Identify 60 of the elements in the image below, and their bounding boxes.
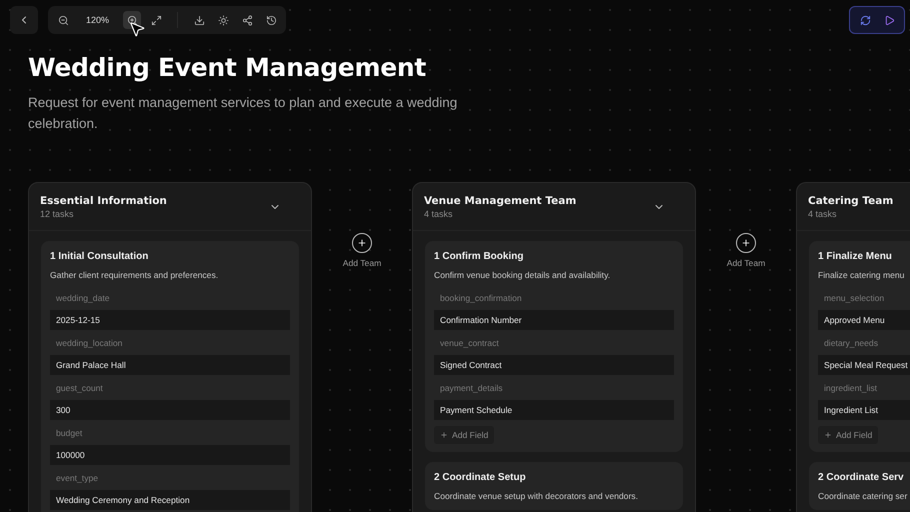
field-label: guest_count <box>55 382 104 395</box>
field-input[interactable]: 100000 <box>50 445 290 465</box>
field-input[interactable]: Approved Menu <box>818 310 910 330</box>
field-label: event_type <box>55 472 100 485</box>
plus-icon <box>440 431 448 439</box>
field-label: wedding_date <box>55 292 111 305</box>
field-label: payment_details <box>439 382 504 395</box>
field-label: dietary_needs <box>823 337 879 350</box>
field-label: venue_contract <box>439 337 500 350</box>
zoom-level: 120% <box>85 15 110 25</box>
add-team-label: Add Team <box>342 258 382 268</box>
field-input[interactable]: 2025-12-15 <box>50 310 290 330</box>
field-input[interactable]: Special Meal Request <box>818 355 910 375</box>
task-description: Finalize catering menu <box>818 269 906 281</box>
field-input[interactable]: Payment Schedule <box>434 400 674 420</box>
task-description: Coordinate catering ser <box>818 490 908 502</box>
task-title: 1 Initial Consultation <box>50 250 150 264</box>
team-name: Essential Information <box>40 194 168 206</box>
field-label: menu_selection <box>823 292 886 305</box>
plus-icon <box>741 238 751 248</box>
field-label: wedding_location <box>55 337 124 350</box>
field-input[interactable]: Ingredient List <box>818 400 910 420</box>
team-name: Venue Management Team <box>424 194 578 206</box>
add-field-button[interactable]: Add Field <box>818 426 878 444</box>
zoom-in-icon <box>126 14 138 26</box>
task-description: Coordinate venue setup with decorators and vendors. <box>434 490 639 502</box>
refresh-icon <box>860 14 870 26</box>
plus-icon <box>357 238 367 248</box>
task-title: 1 Confirm Booking <box>434 250 524 264</box>
history-icon <box>266 14 277 26</box>
task-description: Gather client requirements and preferences. <box>50 269 220 281</box>
field-label: booking_confirmation <box>439 292 523 305</box>
field-input[interactable]: 300 <box>50 400 290 420</box>
field-input[interactable]: Confirmation Number <box>434 310 674 330</box>
task-title: 2 Coordinate Serv <box>818 471 905 485</box>
field-input[interactable]: Grand Palace Hall <box>50 355 290 375</box>
field-input[interactable]: Signed Contract <box>434 355 674 375</box>
task-title: 1 Finalize Menu <box>818 250 893 264</box>
sun-icon <box>218 14 229 26</box>
page-title: Wedding Event Management <box>28 52 428 84</box>
field-input[interactable]: Wedding Ceremony and Reception <box>50 490 290 510</box>
task-description: Confirm venue booking details and availability. <box>434 269 612 281</box>
field-label: ingredient_list <box>823 382 878 395</box>
team-name: Catering Team <box>808 194 894 206</box>
share-icon <box>242 14 253 26</box>
zoom-out-icon <box>58 14 68 26</box>
play-icon <box>884 14 894 26</box>
task-title: 2 Coordinate Setup <box>434 471 527 485</box>
add-team-button[interactable] <box>736 233 756 253</box>
task-count: 4 tasks <box>424 208 454 218</box>
page-description: Request for event management services to plan and execute a wedding celebration. <box>28 94 458 133</box>
task-count: 4 tasks <box>808 208 838 218</box>
task-count: 12 tasks <box>40 208 75 218</box>
plus-icon <box>824 431 832 439</box>
expand-icon <box>150 14 162 26</box>
add-team-button[interactable] <box>352 233 372 253</box>
download-icon <box>194 14 205 26</box>
add-field-button[interactable]: Add Field <box>434 426 494 444</box>
add-team-label: Add Team <box>726 258 766 268</box>
field-label: budget <box>55 427 84 440</box>
